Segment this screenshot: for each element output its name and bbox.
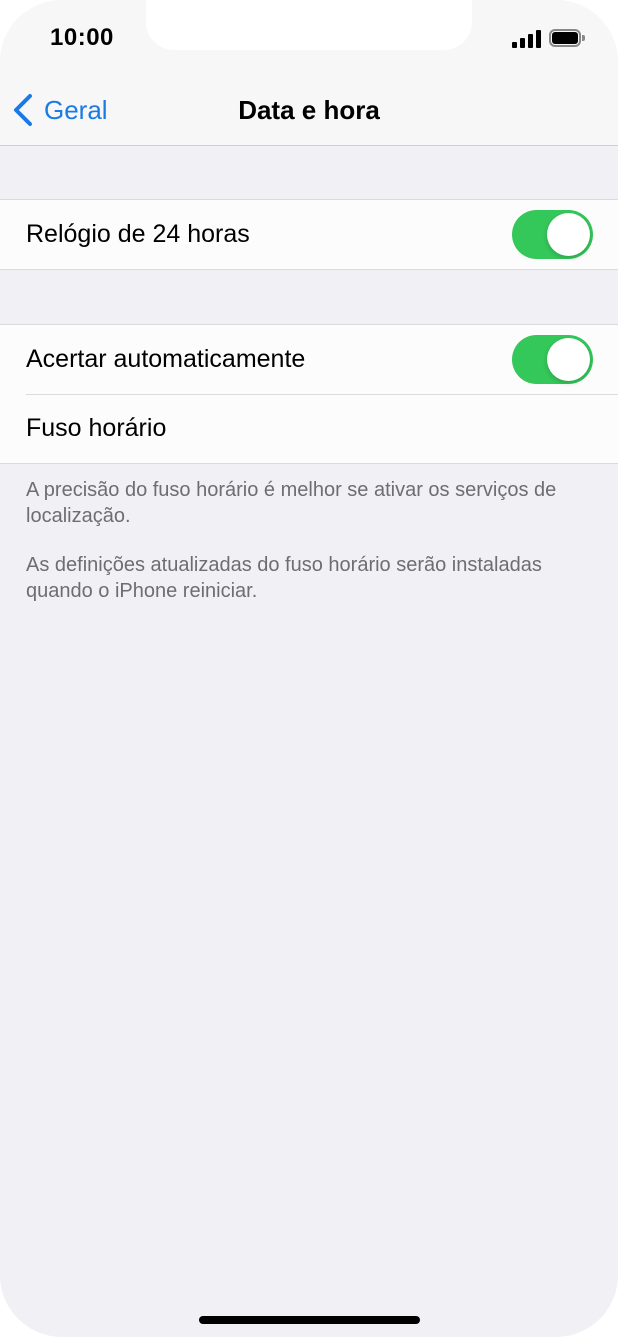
status-time: 10:00: [50, 24, 114, 51]
row-label-24-hour-clock: Relógio de 24 horas: [26, 220, 250, 248]
device-notch: [146, 0, 472, 50]
row-time-zone[interactable]: Fuso horário: [0, 394, 618, 463]
cellular-signal-icon: [512, 30, 542, 48]
top-bar: 10:00 Geral Data e hora: [0, 0, 618, 146]
toggle-set-automatically[interactable]: [512, 335, 593, 384]
row-set-automatically: Acertar automaticamente: [0, 325, 618, 394]
home-indicator[interactable]: [199, 1316, 420, 1324]
row-24-hour-clock: Relógio de 24 horas: [0, 200, 618, 269]
row-label-time-zone: Fuso horário: [26, 414, 167, 442]
phone-screen: 10:00 Geral Data e hora Relógio de 24 ho…: [0, 0, 618, 1337]
clock-format-group: Relógio de 24 horas: [0, 199, 618, 270]
battery-icon: [549, 29, 585, 47]
footnote-location: A precisão do fuso horário é melhor se a…: [26, 479, 557, 527]
time-zone-group: Acertar automaticamente Fuso horário: [0, 324, 618, 464]
toggle-24-hour-clock[interactable]: [512, 210, 593, 259]
footnote-update: As definições atualizadas do fuso horári…: [26, 554, 542, 602]
toggle-knob: [547, 213, 590, 256]
row-label-set-automatically: Acertar automaticamente: [26, 345, 306, 373]
toggle-knob: [547, 338, 590, 381]
page-title: Data e hora: [238, 95, 380, 125]
